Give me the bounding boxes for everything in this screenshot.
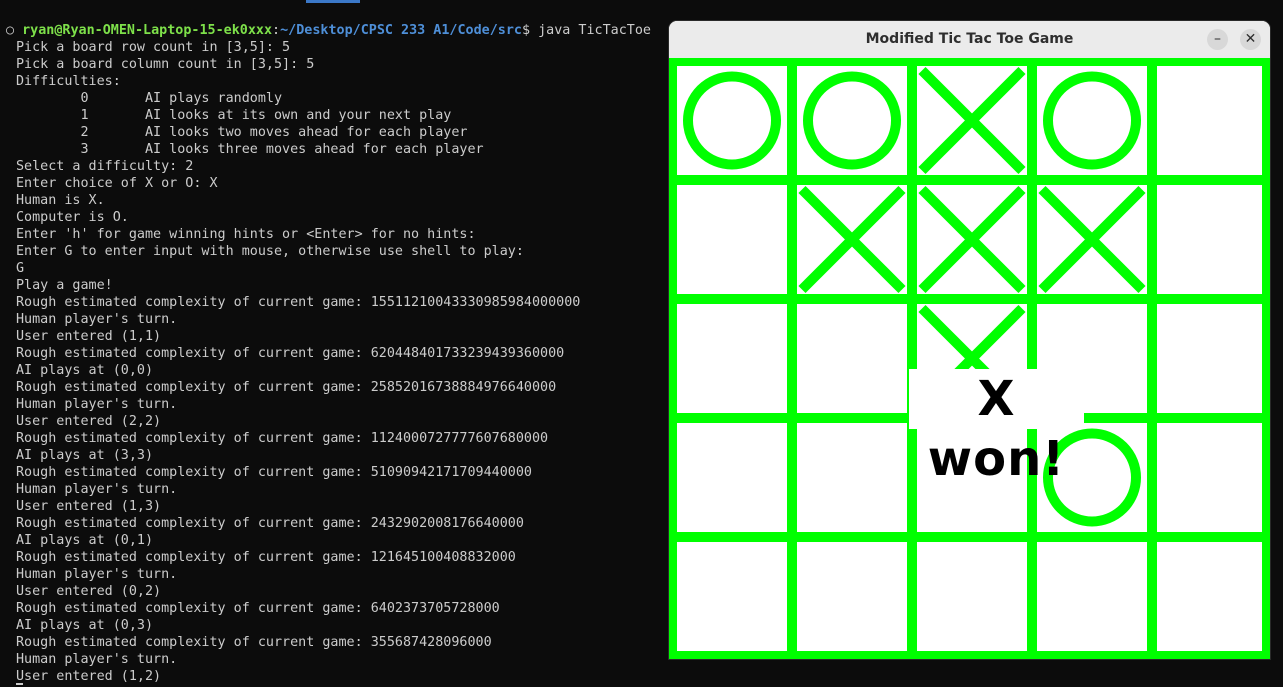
terminal-line: AI plays at (0,3) bbox=[16, 618, 154, 633]
terminal-line: Human is X. bbox=[16, 193, 105, 208]
terminal-line: AI plays at (3,3) bbox=[16, 448, 154, 463]
board-cell[interactable] bbox=[677, 185, 787, 294]
window-titlebar[interactable]: Modified Tic Tac Toe Game – ✕ bbox=[669, 21, 1270, 58]
terminal-line: AI plays at (0,1) bbox=[16, 533, 154, 548]
terminal-line: AI plays at (0,0) bbox=[16, 363, 154, 378]
board-cell[interactable] bbox=[677, 304, 787, 413]
prompt-marker: ○ bbox=[6, 23, 23, 38]
terminal-line: Rough estimated complexity of current ga… bbox=[16, 465, 532, 480]
terminal-line: Select a difficulty: 2 bbox=[16, 159, 194, 174]
board-cell[interactable] bbox=[1037, 66, 1147, 175]
grid-line-horizontal bbox=[669, 175, 1270, 185]
terminal-line: Rough estimated complexity of current ga… bbox=[16, 550, 516, 565]
grid-line-horizontal bbox=[669, 294, 1270, 304]
terminal-line: G bbox=[16, 261, 25, 276]
board-cell[interactable] bbox=[1157, 66, 1262, 175]
terminal-line: Enter choice of X or O: X bbox=[16, 176, 218, 191]
terminal-line: Pick a board column count in [3,5]: 5 bbox=[16, 57, 315, 72]
board-cell[interactable] bbox=[677, 423, 787, 532]
board-cell[interactable] bbox=[1037, 542, 1147, 651]
terminal-line: User entered (2,2) bbox=[16, 414, 162, 429]
close-icon: ✕ bbox=[1244, 31, 1257, 47]
game-board[interactable]: X won! bbox=[669, 58, 1270, 659]
board-cell[interactable] bbox=[1157, 304, 1262, 413]
terminal-line: Human player's turn. bbox=[16, 482, 178, 497]
window-title: Modified Tic Tac Toe Game bbox=[865, 31, 1074, 47]
close-button[interactable]: ✕ bbox=[1240, 29, 1261, 50]
terminal-line: Human player's turn. bbox=[16, 397, 178, 412]
game-window[interactable]: Modified Tic Tac Toe Game – ✕ X won! bbox=[669, 21, 1270, 659]
terminal-line: Rough estimated complexity of current ga… bbox=[16, 431, 549, 446]
terminal-line: User entered (1,1) bbox=[16, 329, 162, 344]
grid-line-vertical bbox=[1262, 58, 1270, 659]
terminal-line: User entered (1,3) bbox=[16, 499, 162, 514]
terminal-tab-indicator bbox=[306, 0, 360, 3]
board-cell[interactable] bbox=[1157, 423, 1262, 532]
terminal-line: User entered (0,2) bbox=[16, 584, 162, 599]
terminal-line: Human player's turn. bbox=[16, 312, 178, 327]
shell-prompt: ○ ryan@Ryan-OMEN-Laptop-15-ek0xxx:~/Desk… bbox=[6, 22, 651, 39]
board-cell[interactable] bbox=[797, 304, 907, 413]
grid-line-vertical bbox=[1027, 58, 1037, 659]
board-cell[interactable] bbox=[677, 542, 787, 651]
grid-line-vertical bbox=[1147, 58, 1157, 659]
terminal-line: Difficulties: bbox=[16, 74, 121, 89]
board-cell-x[interactable] bbox=[917, 185, 1027, 294]
grid-line-vertical bbox=[787, 58, 797, 659]
terminal-line: Rough estimated complexity of current ga… bbox=[16, 380, 557, 395]
terminal-cursor bbox=[16, 683, 23, 685]
terminal-line: Human player's turn. bbox=[16, 567, 178, 582]
terminal-line: Human player's turn. bbox=[16, 652, 178, 667]
terminal-window[interactable]: ○ ryan@Ryan-OMEN-Laptop-15-ek0xxx:~/Desk… bbox=[0, 0, 660, 687]
terminal-line: 0 AI plays randomly bbox=[16, 91, 283, 106]
grid-line-horizontal bbox=[669, 651, 1270, 659]
prompt-dollar: $ bbox=[521, 23, 531, 38]
board-cell-x[interactable] bbox=[917, 66, 1027, 175]
prompt-user: ryan@Ryan-OMEN-Laptop-15-ek0xxx bbox=[22, 23, 273, 38]
terminal-line: Play a game! bbox=[16, 278, 113, 293]
terminal-line: 3 AI looks three moves ahead for each pl… bbox=[16, 142, 484, 157]
terminal-line: Enter 'h' for game winning hints or <Ent… bbox=[16, 227, 476, 242]
board-cell[interactable] bbox=[797, 66, 907, 175]
terminal-line: Rough estimated complexity of current ga… bbox=[16, 635, 492, 650]
board-cell-x[interactable] bbox=[797, 185, 907, 294]
terminal-line: Rough estimated complexity of current ga… bbox=[16, 295, 581, 310]
board-cell[interactable] bbox=[1157, 185, 1262, 294]
board-cell-x[interactable] bbox=[1037, 185, 1147, 294]
board-cell[interactable] bbox=[917, 542, 1027, 651]
minimize-icon: – bbox=[1214, 31, 1221, 47]
prompt-command: java TicTacToe bbox=[530, 23, 651, 38]
grid-line-horizontal bbox=[669, 58, 1270, 66]
board-cell[interactable] bbox=[677, 66, 787, 175]
grid-line-vertical bbox=[669, 58, 677, 659]
terminal-line: Enter G to enter input with mouse, other… bbox=[16, 244, 524, 259]
minimize-button[interactable]: – bbox=[1207, 29, 1228, 50]
board-cell[interactable] bbox=[1157, 542, 1262, 651]
terminal-line: 1 AI looks at its own and your next play bbox=[16, 108, 452, 123]
grid-line-horizontal bbox=[669, 532, 1270, 542]
terminal-line: Rough estimated complexity of current ga… bbox=[16, 516, 524, 531]
terminal-line: 2 AI looks two moves ahead for each play… bbox=[16, 125, 468, 140]
prompt-path: ~/Desktop/CPSC 233 A1/Code/src bbox=[280, 23, 522, 38]
win-message: X won! bbox=[909, 369, 1084, 487]
terminal-line: User entered (1,2) bbox=[16, 669, 162, 684]
terminal-line: Rough estimated complexity of current ga… bbox=[16, 346, 565, 361]
terminal-line: Computer is O. bbox=[16, 210, 129, 225]
prompt-separator: : bbox=[272, 23, 281, 38]
board-cell[interactable] bbox=[797, 542, 907, 651]
board-cell[interactable] bbox=[797, 423, 907, 532]
terminal-line: Rough estimated complexity of current ga… bbox=[16, 601, 500, 616]
board-canvas[interactable] bbox=[669, 58, 1270, 659]
terminal-line: Pick a board row count in [3,5]: 5 bbox=[16, 40, 291, 55]
grid-line-vertical bbox=[907, 58, 917, 659]
